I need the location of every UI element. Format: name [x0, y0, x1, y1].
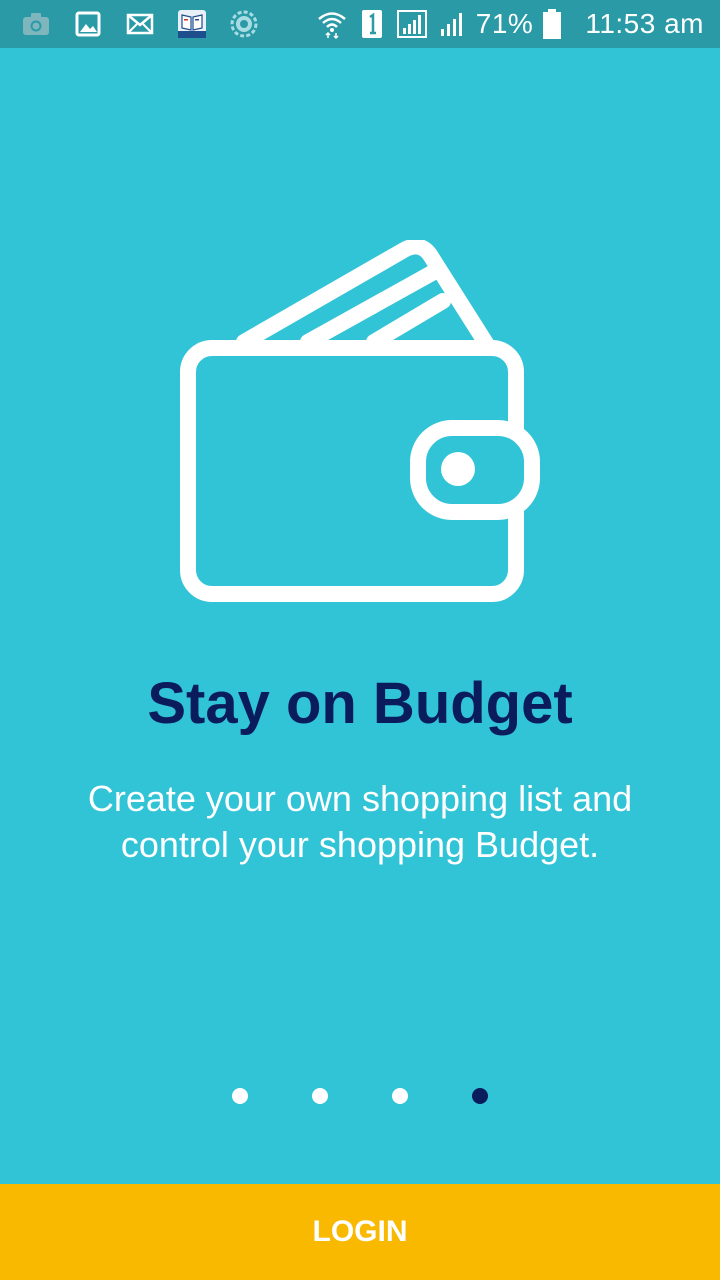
page-dot-1[interactable]	[232, 1088, 248, 1104]
settings-badge-icon	[228, 8, 260, 40]
onboarding-description: Create your own shopping list and contro…	[87, 778, 633, 865]
status-bar: 71% 11:53 am	[0, 0, 720, 48]
clock: 11:53 am	[585, 8, 704, 39]
notification-icons	[20, 8, 260, 40]
page-dot-4-active[interactable]	[472, 1088, 488, 1104]
wifi-icon	[316, 8, 348, 40]
sim-1-icon	[356, 8, 388, 40]
wallet-icon	[180, 240, 540, 602]
onboarding-title: Stay on Budget	[147, 671, 573, 736]
battery-icon	[541, 8, 563, 40]
mail-icon	[124, 8, 156, 40]
page-dot-2[interactable]	[312, 1088, 328, 1104]
signal-icon	[436, 8, 468, 40]
battery-percentage: 71%	[475, 8, 534, 39]
book-app-icon	[176, 8, 208, 40]
page-indicator	[0, 1086, 720, 1106]
page-dot-3[interactable]	[392, 1088, 408, 1104]
login-button[interactable]: LOGIN	[0, 1184, 720, 1280]
system-indicators: 71% 11:53 am	[316, 8, 704, 40]
camera-icon	[20, 8, 52, 40]
signal-icon	[396, 8, 428, 40]
image-icon	[72, 8, 104, 40]
